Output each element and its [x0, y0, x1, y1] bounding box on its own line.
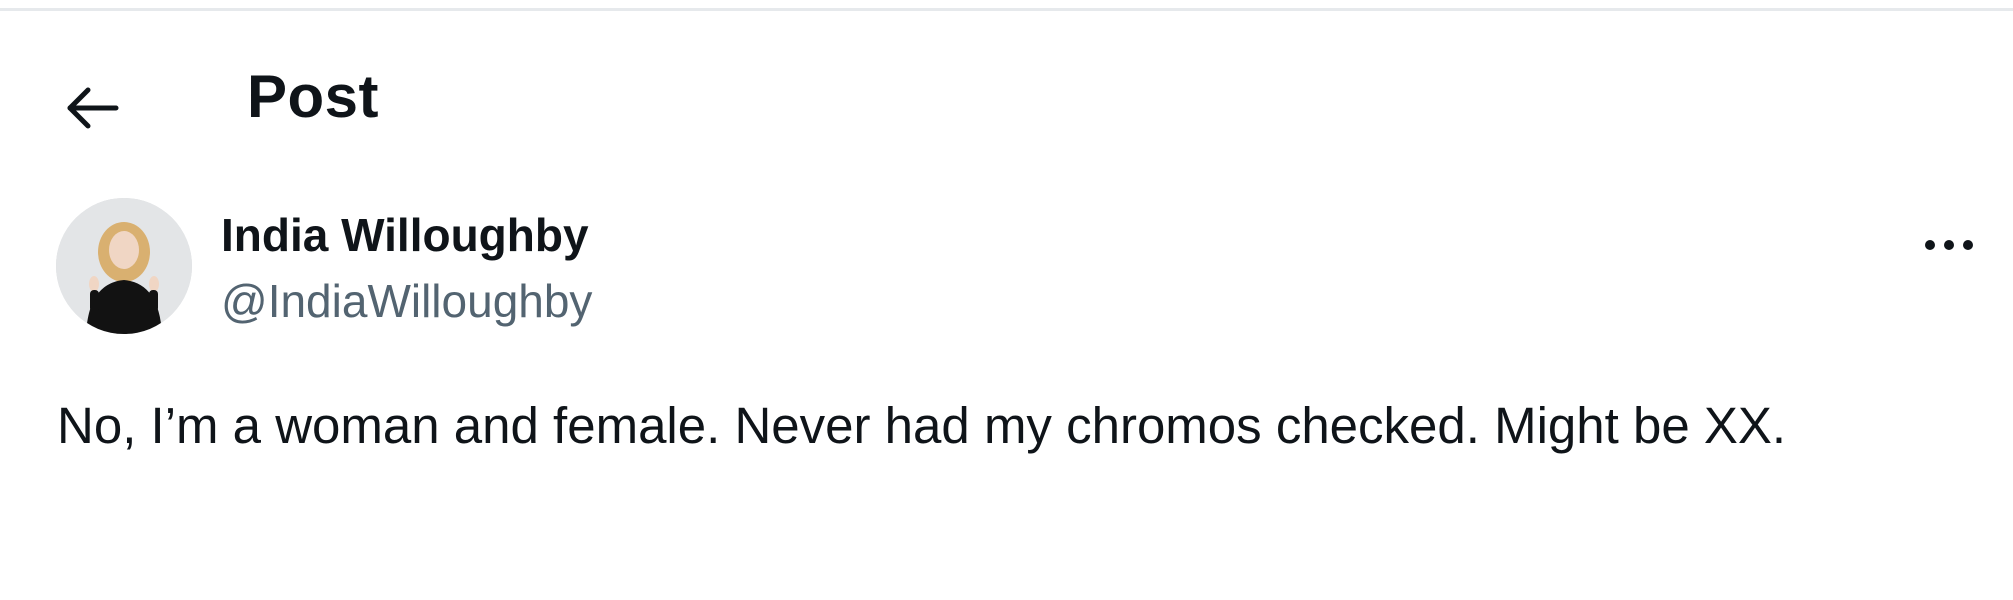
author-name[interactable]: India Willoughby: [221, 208, 589, 263]
top-divider: [0, 8, 2013, 11]
post-card: India Willoughby @IndiaWilloughby No, I’…: [0, 190, 2013, 570]
profile-photo-icon: [56, 198, 192, 334]
more-horizontal-icon: [1925, 240, 1973, 250]
avatar[interactable]: [56, 198, 192, 334]
post-text: No, I’m a woman and female. Never had my…: [57, 397, 1787, 454]
arrow-left-icon: [67, 87, 119, 129]
author-handle[interactable]: @IndiaWilloughby: [221, 274, 592, 329]
page-title: Post: [247, 63, 380, 130]
back-button[interactable]: [52, 68, 132, 148]
post-header: Post: [0, 40, 2013, 150]
more-options-button[interactable]: [1914, 210, 1984, 280]
